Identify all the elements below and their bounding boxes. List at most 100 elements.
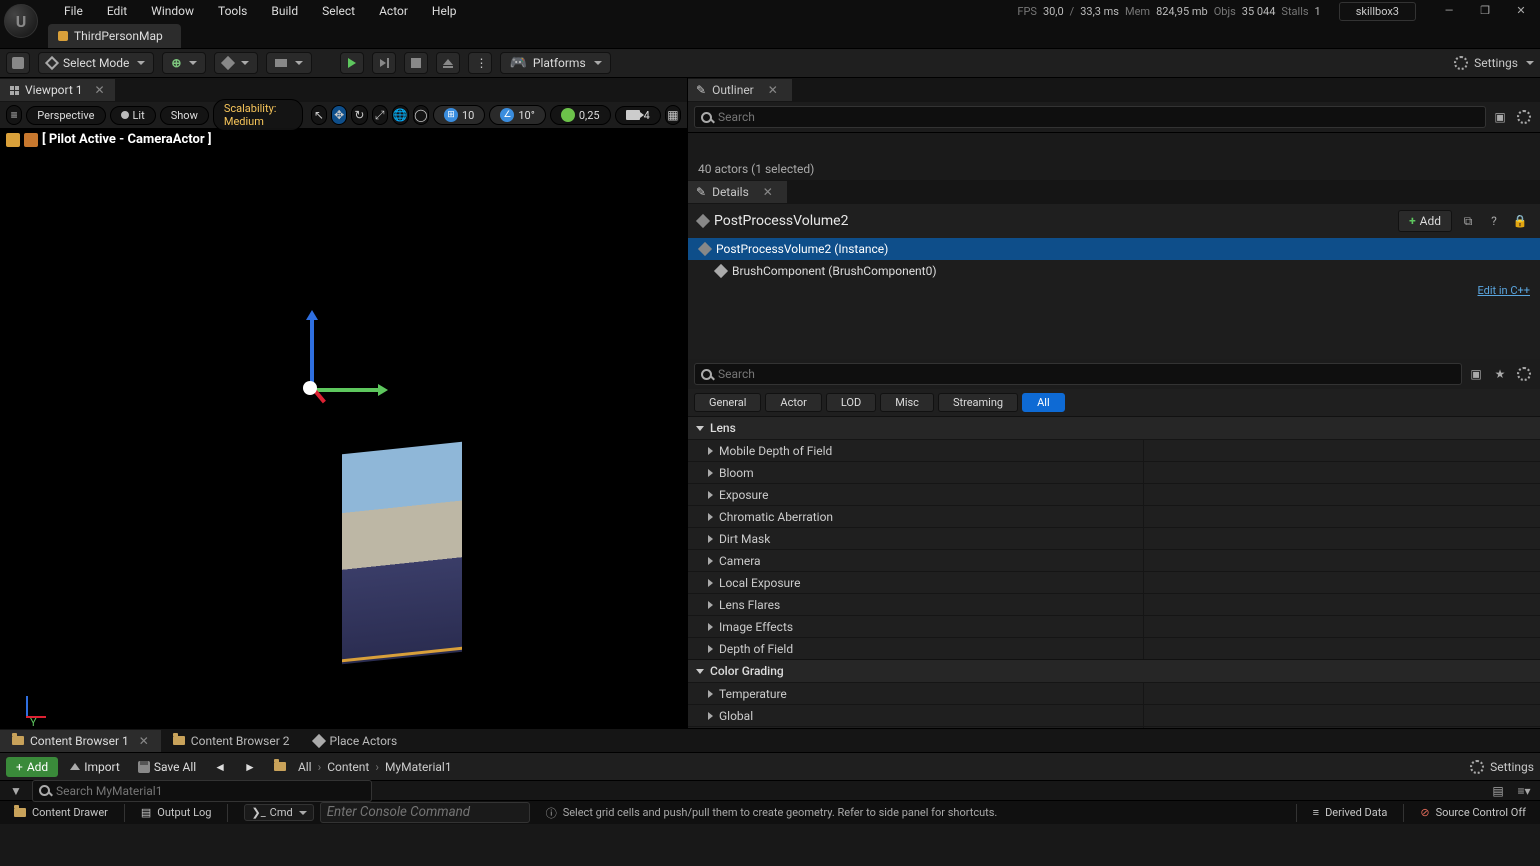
gizmo-z-axis[interactable] [310,318,314,388]
component-child[interactable]: BrushComponent (BrushComponent0) [688,260,1540,282]
source-control-button[interactable]: ⊘Source Control Off [1412,801,1534,824]
pilot-chip-icon[interactable] [6,133,20,147]
outliner-settings-button[interactable] [1514,107,1534,127]
outliner-search-field[interactable] [718,110,1479,124]
details-search-input[interactable] [694,363,1462,385]
window-minimize-icon[interactable]: — [1440,4,1458,18]
play-button[interactable] [340,52,364,74]
close-icon[interactable]: ✕ [139,734,149,748]
sequencer-dropdown[interactable] [266,52,312,74]
prop-row[interactable]: Camera [688,549,1540,571]
add-content-dropdown[interactable]: ⊕ [162,52,206,74]
show-dropdown[interactable]: Show [160,106,209,125]
details-tab[interactable]: ✎ Details ✕ [688,181,787,203]
details-search-field[interactable] [718,367,1455,381]
menu-window[interactable]: Window [139,1,206,21]
grid-snap-toggle[interactable]: ⊞10 [433,105,485,125]
filter-misc[interactable]: Misc [880,393,934,412]
prop-row[interactable]: Exposure [688,483,1540,505]
close-icon[interactable]: ✕ [768,83,778,97]
cb-save-all-button[interactable]: Save All [132,757,202,777]
cb-search-field[interactable] [56,784,365,798]
select-tool-button[interactable]: ↖ [311,105,327,125]
details-blueprint-button[interactable]: ⧉ [1458,211,1478,231]
close-icon[interactable]: ✕ [95,83,105,97]
blueprint-dropdown[interactable] [214,52,258,74]
world-local-toggle[interactable]: 🌐 [392,105,409,125]
prop-row[interactable]: Dirt Mask [688,527,1540,549]
menu-edit[interactable]: Edit [95,1,139,21]
gizmo-origin[interactable] [303,381,317,395]
details-properties[interactable]: Lens Mobile Depth of Field Bloom Exposur… [688,416,1540,728]
lit-dropdown[interactable]: Lit [110,106,156,125]
viewport-layout-button[interactable]: ▦ [665,105,681,125]
edit-in-cpp-link[interactable]: Edit in C++ [1478,282,1530,299]
content-browser-1-tab[interactable]: Content Browser 1✕ [0,730,161,752]
prop-row[interactable]: Depth of Field [688,637,1540,659]
filter-streaming[interactable]: Streaming [938,393,1018,412]
stop-button[interactable] [404,52,428,74]
content-drawer-button[interactable]: Content Drawer [6,801,116,824]
menu-select[interactable]: Select [310,1,367,21]
menu-build[interactable]: Build [259,1,310,21]
step-button[interactable] [372,52,396,74]
scale-tool-button[interactable]: ⤢ [372,105,388,125]
translate-tool-button[interactable]: ✥ [331,105,347,125]
platforms-dropdown[interactable]: 🎮 Platforms [500,52,610,74]
perspective-dropdown[interactable]: Perspective [26,106,105,125]
prop-row[interactable]: Lens Flares [688,593,1540,615]
cb-add-button[interactable]: +Add [6,757,58,777]
prop-row[interactable]: Image Effects [688,615,1540,637]
viewport-tab[interactable]: Viewport 1 ✕ [0,79,115,101]
angle-snap-toggle[interactable]: ∠10° [489,105,545,125]
output-log-button[interactable]: ▤Output Log [133,801,220,824]
filter-all[interactable]: All [1022,393,1065,412]
cb-import-button[interactable]: Import [64,757,126,777]
scalability-dropdown[interactable]: Scalability: Medium [213,99,303,131]
cb-view-mode-button[interactable]: ▤ [1488,781,1508,801]
cb-folder-button[interactable] [268,759,292,774]
window-maximize-icon[interactable]: ❐ [1476,4,1494,18]
select-mode-dropdown[interactable]: Select Mode [38,52,154,74]
prop-row[interactable]: Chromatic Aberration [688,505,1540,527]
console-command-input[interactable] [320,802,530,823]
category-color-grading[interactable]: Color Grading [688,659,1540,682]
cb-search-input[interactable] [32,780,372,802]
crumb-all[interactable]: All [298,760,312,774]
window-close-icon[interactable]: ✕ [1512,4,1530,18]
cb-sort-button[interactable]: ≡▾ [1514,781,1534,801]
close-icon[interactable]: ✕ [763,185,773,199]
crumb-leaf[interactable]: MyMaterial1 [385,760,452,774]
viewport-canvas[interactable]: [ Pilot Active - CameraActor ] Y [0,128,687,728]
cb-settings-label[interactable]: Settings [1490,760,1534,774]
surface-snap-button[interactable]: ◯ [413,105,429,125]
details-view-button[interactable]: ▣ [1466,364,1486,384]
user-badge[interactable]: skillbox3 [1339,2,1416,21]
details-favorites-button[interactable]: ★ [1490,364,1510,384]
camera-speed-control[interactable]: 4 [615,106,661,125]
level-tab[interactable]: ThirdPersonMap [48,24,181,48]
outliner-tab[interactable]: ✎ Outliner ✕ [688,79,792,101]
viewport-options-button[interactable]: ≡ [6,105,22,125]
eject-button[interactable] [436,52,460,74]
cb-history-fwd[interactable]: ► [238,757,262,777]
filter-lod[interactable]: LOD [826,393,876,412]
menu-tools[interactable]: Tools [206,1,259,21]
category-lens[interactable]: Lens [688,416,1540,439]
save-button[interactable] [6,52,30,74]
pilot-eject-icon[interactable] [24,133,38,147]
rotate-tool-button[interactable]: ↻ [351,105,367,125]
add-component-button[interactable]: +Add [1398,210,1452,232]
gizmo-x-axis[interactable] [310,388,380,392]
crumb-content[interactable]: Content [327,760,369,774]
scale-snap-toggle[interactable]: 0,25 [550,105,611,125]
cb-history-back[interactable]: ◄ [208,757,232,777]
derived-data-button[interactable]: ≡Derived Data [1305,801,1396,824]
component-root[interactable]: PostProcessVolume2 (Instance) [688,238,1540,260]
outliner-tree[interactable] [688,132,1540,158]
prop-row[interactable]: Global [688,704,1540,726]
outliner-search-input[interactable] [694,106,1486,128]
prop-row[interactable]: Temperature [688,682,1540,704]
play-options-button[interactable]: ⋮ [468,52,492,74]
menu-file[interactable]: File [52,1,95,21]
